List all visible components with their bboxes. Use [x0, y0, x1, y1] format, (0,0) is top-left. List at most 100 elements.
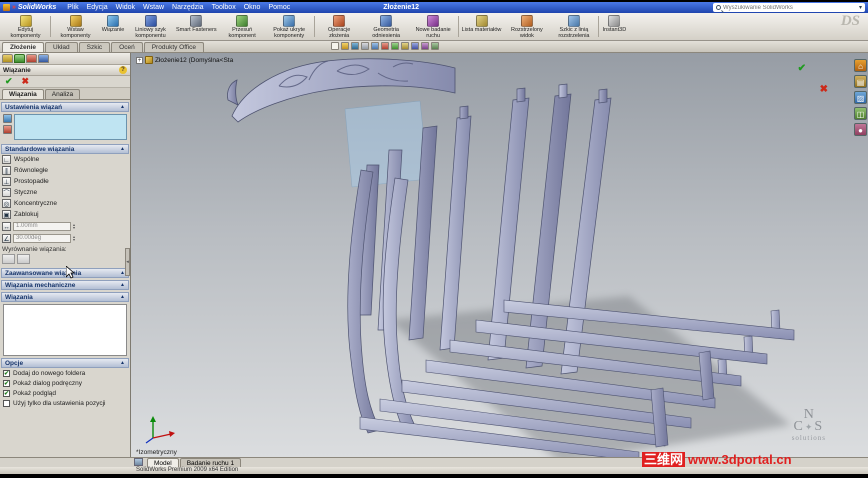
mate-tangent[interactable]: ⌒ Styczne — [0, 187, 130, 198]
section-header-standard-mates[interactable]: Standardowe wiązania ▲ — [1, 144, 129, 154]
task-pane-design-library-icon[interactable]: ▤ — [854, 75, 867, 88]
color-swatch-icon[interactable] — [401, 42, 410, 50]
property-manager-tab-icon[interactable] — [14, 54, 25, 63]
section-header-advanced-mates[interactable]: Zaawansowane wiązania ▲ — [1, 268, 129, 278]
checkbox[interactable]: ✔ — [3, 379, 10, 387]
tab-szkic[interactable]: Szkic — [78, 42, 111, 52]
selection-plane[interactable] — [344, 100, 429, 188]
new-file-icon[interactable] — [331, 42, 340, 50]
ribbon-button-bill-of-materials[interactable]: Lista materiałów — [460, 14, 504, 39]
configuration-manager-tab-icon[interactable] — [26, 54, 37, 63]
save-icon[interactable] — [351, 42, 360, 50]
mate-perpendicular[interactable]: ⊥ Prostopadłe — [0, 176, 130, 187]
section-header-mechanical-mates[interactable]: Wiązania mechaniczne ▲ — [1, 280, 129, 290]
angle-value-input[interactable] — [13, 233, 71, 243]
search-dropdown-icon[interactable]: ▾ — [859, 4, 862, 11]
spinner-down-icon[interactable]: ▾ — [73, 226, 75, 230]
menu-edycja[interactable]: Edycja — [84, 4, 111, 11]
options-icon[interactable] — [391, 42, 400, 50]
ribbon-button-explode-line-sketch[interactable]: Szkic z linią rozstrzelenia — [550, 14, 597, 39]
mate-coincident[interactable]: ∟ Wspólne — [0, 154, 130, 165]
cancel-button[interactable]: ✖ — [22, 76, 30, 87]
task-pane-file-explorer-icon[interactable]: ▨ — [854, 91, 867, 104]
multiple-mate-icon[interactable] — [3, 125, 12, 134]
confirmation-ok-icon[interactable]: ✔ — [798, 63, 806, 74]
ribbon-button-edit-component[interactable]: Edytuj komponenty — [2, 14, 49, 39]
checkbox[interactable]: ✔ — [3, 389, 10, 397]
checkbox[interactable] — [3, 399, 10, 407]
tab-analiza[interactable]: Analiza — [44, 89, 81, 99]
tree-expander-icon[interactable]: + — [136, 56, 143, 64]
feature-tree-root-item[interactable]: Złożenie12 (Domyślna<Sta — [155, 57, 233, 64]
angle-spinner[interactable]: ▴ ▾ — [73, 234, 75, 242]
option-show-preview[interactable]: ✔ Pokaż podgląd — [0, 388, 130, 398]
menu-widok[interactable]: Widok — [113, 4, 138, 11]
option-add-to-new-folder[interactable]: ✔ Dodaj do nowego foldera — [0, 368, 130, 378]
spinner-down-icon[interactable]: ▾ — [73, 238, 75, 242]
hide-show-items-icon[interactable] — [431, 42, 440, 50]
tab-produkty-office[interactable]: Produkty Office — [143, 42, 205, 52]
open-file-icon[interactable] — [341, 42, 350, 50]
distance-value-input[interactable] — [13, 221, 71, 231]
tab-zlozenie[interactable]: Złożenie — [2, 42, 45, 52]
dimxpert-manager-tab-icon[interactable] — [38, 54, 49, 63]
ribbon-button-insert-component[interactable]: Wstaw komponenty — [52, 14, 99, 39]
distance-spinner[interactable]: ▴ ▾ — [73, 222, 75, 230]
menu-plik[interactable]: Plik — [64, 4, 81, 11]
menu-pomoc[interactable]: Pomoc — [265, 4, 293, 11]
option-show-popup-dialog[interactable]: ✔ Pokaż dialog podręczny — [0, 378, 130, 388]
display-style-icon[interactable] — [421, 42, 430, 50]
menu-okno[interactable]: Okno — [241, 4, 264, 11]
task-pane-appearances-icon[interactable]: ● — [854, 123, 867, 136]
search-input[interactable] — [723, 3, 857, 12]
ribbon-button-linear-pattern[interactable]: Liniowy szyk komponentu — [127, 14, 174, 39]
panel-splitter-handle[interactable]: ◂ — [125, 248, 130, 276]
angle-mate-row: ∠ ▴▾ — [0, 232, 130, 244]
confirmation-cancel-icon[interactable]: ✖ — [820, 84, 828, 95]
motion-manager-icon[interactable] — [134, 458, 143, 466]
mate-alignment-label: Wyrównanie wiązania: — [2, 246, 67, 253]
ribbon-button-exploded-view[interactable]: Rozstrzelony widok — [503, 14, 550, 39]
ok-button[interactable]: ✔ — [5, 76, 13, 87]
ribbon-label: Przesuń komponent — [228, 27, 256, 39]
tab-motion-study-1[interactable]: Badanie ruchu 1 — [179, 458, 242, 467]
distance-icon: ↔ — [2, 221, 11, 231]
menu-narzedzia[interactable]: Narzędzia — [169, 4, 207, 11]
help-icon[interactable]: ? — [119, 66, 127, 74]
tab-uklad[interactable]: Układ — [45, 42, 78, 52]
mates-listbox[interactable] — [3, 304, 127, 356]
ribbon-button-motion-study[interactable]: Nowe badanie ruchu — [410, 14, 457, 39]
mate-lock[interactable]: ▣ Zablokuj — [0, 209, 130, 220]
ribbon-button-smart-fasteners[interactable]: Smart Fasteners — [174, 14, 219, 39]
search-box[interactable]: ▾ — [713, 3, 865, 12]
ribbon-button-instant3d[interactable]: Instant3D — [600, 14, 628, 39]
section-header-mates[interactable]: Wiązania ▲ — [1, 292, 129, 302]
rebuild-icon[interactable] — [381, 42, 390, 50]
tab-ocen[interactable]: Oceń — [111, 42, 143, 52]
task-pane-view-palette-icon[interactable]: ◫ — [854, 107, 867, 120]
ribbon-button-move-component[interactable]: Przesuń komponent — [219, 14, 266, 39]
feature-manager-tab-icon[interactable] — [2, 54, 13, 63]
checkbox[interactable]: ✔ — [3, 369, 10, 377]
ribbon-button-mate[interactable]: Wiązanie — [99, 14, 127, 39]
menu-wstaw[interactable]: Wstaw — [140, 4, 167, 11]
mate-concentric[interactable]: ◎ Koncentryczne — [0, 198, 130, 209]
section-header-options[interactable]: Opcje ▲ — [1, 358, 129, 368]
ribbon-button-assembly-features[interactable]: Operacje złożenia — [316, 14, 363, 39]
task-pane-resources-icon[interactable]: ⌂ — [854, 59, 867, 72]
view-orientation-icon[interactable] — [411, 42, 420, 50]
ribbon-button-reference-geometry[interactable]: Geometria odniesienia — [363, 14, 410, 39]
mate-parallel[interactable]: ∥ Równoległe — [0, 165, 130, 176]
anti-aligned-button[interactable] — [17, 254, 30, 264]
tab-wiazania[interactable]: Wiązania — [2, 89, 44, 99]
print-icon[interactable] — [361, 42, 370, 50]
undo-icon[interactable] — [371, 42, 380, 50]
aligned-button[interactable] — [2, 254, 15, 264]
graphics-viewport[interactable]: + Złożenie12 (Domyślna<Sta ✔ ✖ ⌂ ▤ ▨ ◫ ●… — [131, 53, 868, 457]
option-use-for-positioning-only[interactable]: Użyj tylko dla ustawienia pozycji — [0, 398, 130, 408]
mate-selection-listbox[interactable] — [14, 114, 127, 140]
menu-toolbox[interactable]: Toolbox — [209, 4, 239, 11]
ribbon-button-show-hidden[interactable]: Pokaż ukryte komponenty — [266, 14, 313, 39]
section-header-mate-selections[interactable]: Ustawienia wiązań ▲ — [1, 102, 129, 112]
tab-model[interactable]: Model — [147, 458, 179, 467]
